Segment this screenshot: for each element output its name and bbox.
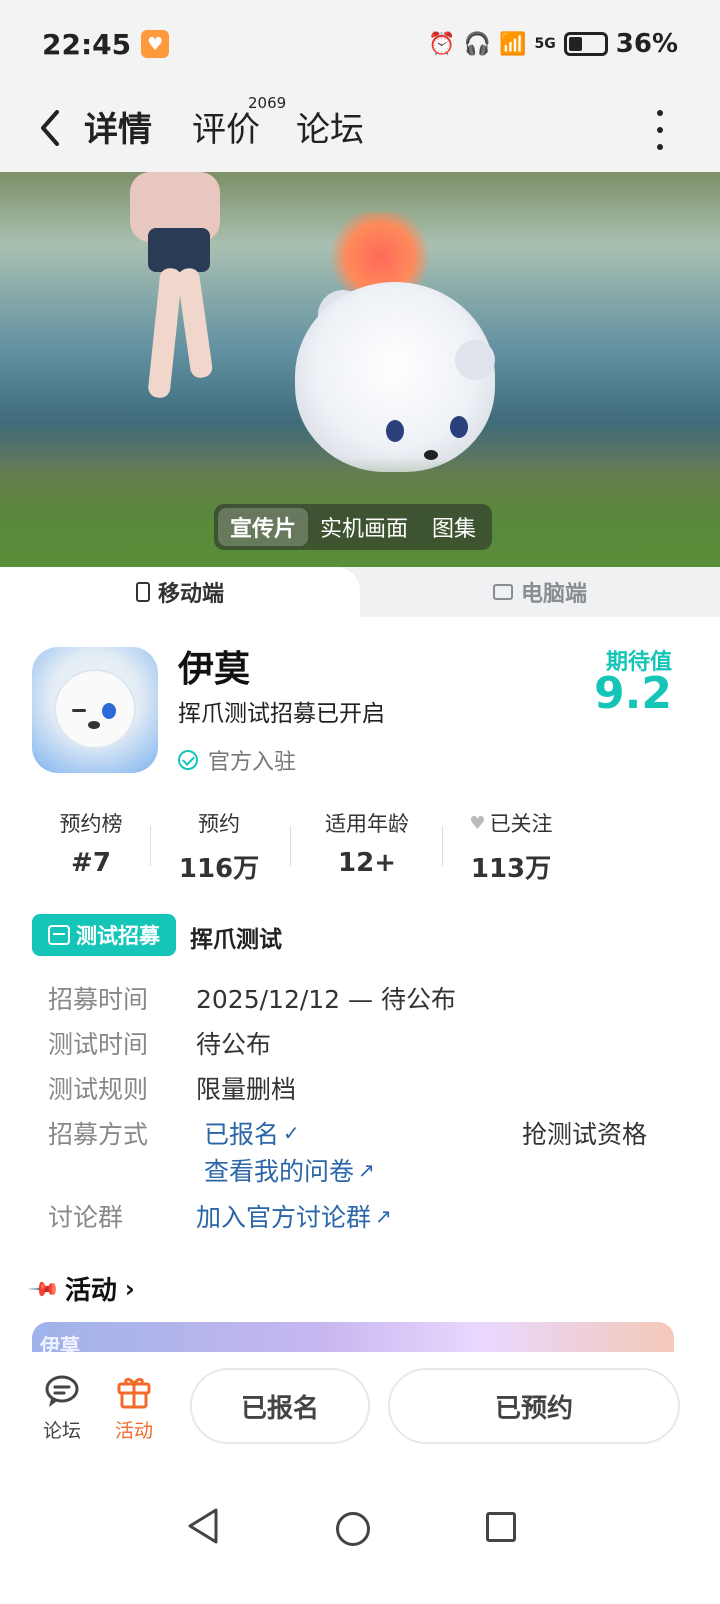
system-back-icon[interactable]	[186, 1506, 220, 1546]
monitor-icon	[492, 584, 513, 600]
bottom-action-bar: 论坛 活动 已报名 已预约	[0, 1352, 720, 1460]
bottom-forum-button[interactable]: 论坛	[32, 1372, 92, 1443]
platform-tab-mobile[interactable]: 移动端	[0, 567, 360, 617]
media-tabs: 宣传片 实机画面 图集	[214, 504, 492, 550]
join-group-link[interactable]: 加入官方讨论群 ↗	[196, 1198, 392, 1234]
platform-mobile-label: 移动端	[157, 582, 224, 607]
stat-age-label: 适用年龄	[325, 812, 409, 836]
bottom-activity-button[interactable]: 活动	[104, 1372, 164, 1443]
headphones-icon: 🎧	[463, 31, 492, 57]
stat-rank-label: 预约榜	[59, 812, 123, 836]
verified-icon	[178, 750, 198, 770]
phone-icon	[135, 582, 150, 602]
view-questionnaire-link[interactable]: 查看我的问卷 ↗	[204, 1152, 375, 1188]
official-label: 官方入驻	[208, 750, 297, 775]
official-badge: 官方入驻	[178, 744, 296, 776]
activity-header[interactable]: 📌 活动 ›	[27, 1270, 135, 1307]
alarm-icon: ⏰	[428, 31, 456, 57]
stat-followers[interactable]: ♥ 已关注 113万	[446, 808, 576, 885]
arrow-up-right-icon: ↗	[358, 1158, 375, 1182]
test-recruit-label: 测试招募	[76, 924, 160, 948]
tab-details[interactable]: 详情	[84, 102, 152, 151]
top-nav: 详情 评价 2069 论坛	[0, 88, 720, 172]
chevron-right-icon: ›	[124, 1274, 135, 1303]
bottom-activity-label: 活动	[114, 1420, 153, 1442]
gift-icon	[115, 1372, 153, 1410]
reserved-button[interactable]: 已预约	[388, 1368, 680, 1444]
check-icon: ✓	[283, 1121, 300, 1145]
tab-forum-label: 论坛	[296, 110, 364, 150]
status-bar: 22:45 ♥ ⏰ 🎧 📶 5G 36%	[0, 0, 720, 88]
wifi-icon: 📶	[499, 31, 527, 57]
chat-icon	[43, 1372, 81, 1410]
media-tab-trailer[interactable]: 宣传片	[218, 508, 308, 546]
status-right: ⏰ 🎧 📶 5G 36%	[428, 29, 678, 59]
test-recruit-chip: 测试招募	[32, 914, 176, 956]
heart-app-icon: ♥	[141, 30, 170, 58]
more-options-button[interactable]	[648, 110, 672, 150]
stat-reservations-label: 预约	[198, 812, 240, 836]
tab-details-label: 详情	[84, 110, 152, 150]
status-time: 22:45	[42, 27, 132, 61]
stat-rank-value: #7	[71, 848, 111, 878]
media-tab-gallery[interactable]: 图集	[420, 508, 488, 546]
system-nav-bar	[0, 1460, 720, 1604]
media-tab-gameplay[interactable]: 实机画面	[308, 508, 420, 546]
battery-icon	[563, 32, 608, 56]
creature-eye-left	[386, 420, 404, 442]
system-home-icon[interactable]	[336, 1512, 370, 1546]
reviews-count: 2069	[248, 94, 287, 112]
bottom-forum-label: 论坛	[42, 1420, 81, 1442]
creature-eye-right	[450, 416, 468, 438]
test-icon	[48, 925, 70, 945]
stats-row: 预约榜 #7 预约 116万 适用年龄 12+ ♥ 已关注 113万	[26, 808, 626, 888]
stat-age-value: 12+	[338, 848, 396, 878]
platform-tabs: 移动端 电脑端	[0, 567, 720, 617]
tab-reviews[interactable]: 评价 2069	[192, 94, 286, 151]
grab-test-qualification-link[interactable]: 抢测试资格	[522, 1115, 647, 1151]
arrow-up-right-icon: ↗	[375, 1204, 392, 1228]
stat-followers-label: ♥ 已关注	[446, 808, 576, 838]
system-recent-apps-icon[interactable]	[486, 1512, 516, 1542]
followed-label: 已关注	[489, 812, 553, 836]
runner-figure	[120, 172, 230, 402]
platform-tab-pc[interactable]: 电脑端	[360, 567, 720, 617]
chevron-left-icon	[41, 110, 59, 146]
pin-icon: 📌	[27, 1271, 62, 1306]
activity-title: 活动	[64, 1276, 117, 1306]
stat-age: 适用年龄 12+	[302, 808, 432, 878]
stat-reservations-value: 116万	[178, 854, 260, 884]
platform-pc-label: 电脑端	[520, 582, 587, 607]
signed-up-status: 已报名 ✓	[204, 1120, 300, 1149]
app-name: 伊莫	[178, 649, 251, 690]
recruit-name: 挥爪测试	[190, 927, 282, 953]
battery-percent: 36%	[615, 29, 678, 59]
app-icon	[32, 647, 158, 773]
signed-up-button[interactable]: 已报名	[190, 1368, 370, 1444]
heart-icon: ♥	[469, 812, 486, 834]
stat-reservations: 预约 116万	[154, 808, 284, 885]
stat-rank[interactable]: 预约榜 #7	[26, 808, 156, 878]
tab-forum[interactable]: 论坛	[296, 102, 364, 151]
expectation-score: 9.2	[594, 668, 672, 719]
network-label: 5G	[534, 36, 556, 52]
back-button[interactable]	[30, 104, 70, 152]
tab-reviews-label: 评价	[192, 110, 260, 150]
stat-followers-value: 113万	[470, 854, 552, 884]
app-subtitle: 挥爪测试招募已开启	[178, 701, 385, 727]
